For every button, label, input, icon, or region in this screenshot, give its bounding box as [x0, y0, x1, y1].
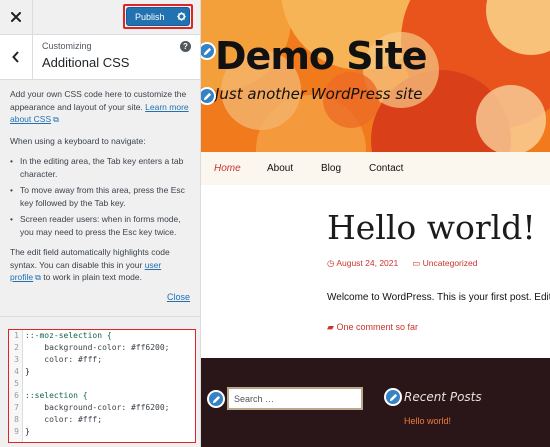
- menu-item-blog[interactable]: Blog: [321, 163, 341, 174]
- menu-item-home[interactable]: Home: [214, 163, 241, 174]
- chevron-left-icon: [12, 51, 19, 63]
- help-icon[interactable]: ?: [180, 41, 191, 52]
- list-item: In the editing area, the Tab key enters …: [10, 155, 194, 180]
- code-line[interactable]: }: [25, 366, 195, 378]
- line-number: 9: [14, 427, 19, 436]
- close-customizer-button[interactable]: [0, 0, 33, 34]
- code-line[interactable]: color: #fff;: [25, 354, 195, 366]
- post-excerpt: Welcome to WordPress. This is your first…: [327, 292, 550, 303]
- comments-text: One comment so far: [336, 322, 418, 332]
- code-line[interactable]: background-color: #ff6200;: [25, 402, 195, 414]
- code-line[interactable]: [25, 378, 195, 390]
- line-number: 3: [14, 355, 19, 364]
- list-item: To move away from this area, press the E…: [10, 184, 194, 209]
- code-line[interactable]: }: [25, 426, 195, 438]
- back-button[interactable]: [0, 35, 33, 79]
- post-date-text: August 24, 2021: [336, 258, 399, 268]
- site-title[interactable]: Demo Site: [215, 34, 428, 78]
- css-code-editor[interactable]: 1 2 3 4 5 6 7 8 9 ::-moz-selection { bac…: [8, 329, 196, 443]
- external-link-icon: ⧉: [53, 115, 59, 124]
- code-line[interactable]: ::selection {: [25, 390, 195, 402]
- recent-posts-title: Recent Posts: [404, 390, 482, 404]
- list-item: Screen reader users: when in forms mode,…: [10, 213, 194, 238]
- line-number: 6: [14, 391, 19, 400]
- external-link-icon: ⧉: [35, 273, 41, 282]
- post-title[interactable]: Hello world!: [327, 208, 536, 247]
- line-number: 7: [14, 403, 19, 412]
- site-tagline: Just another WordPress site: [215, 85, 423, 103]
- folder-icon: ▭: [412, 258, 421, 268]
- post-date[interactable]: ◷ August 24, 2021: [327, 258, 398, 269]
- post-category-text: Uncategorized: [422, 258, 478, 268]
- code-line[interactable]: background-color: #ff6200;: [25, 342, 195, 354]
- line-number: 5: [14, 379, 19, 388]
- search-input[interactable]: Search …: [227, 387, 363, 410]
- customizer-sidebar: Publish Customizing Additional CSS ? Add…: [0, 0, 201, 447]
- code-line[interactable]: color: #fff;: [25, 414, 195, 426]
- syntax-highlight-note: The edit field automatically highlights …: [10, 246, 194, 285]
- line-number: 1: [14, 331, 19, 340]
- menu-item-about[interactable]: About: [267, 163, 293, 174]
- post-meta: ◷ August 24, 2021 ▭ Uncategorized: [327, 258, 477, 269]
- code-line[interactable]: ::-moz-selection {: [25, 330, 195, 342]
- site-header: Demo Site Just another WordPress site: [201, 0, 550, 152]
- edit-search-widget-pencil-icon[interactable]: [207, 390, 225, 408]
- comment-icon: ▰: [327, 322, 334, 332]
- divider: [0, 316, 200, 317]
- gear-icon[interactable]: [173, 12, 189, 21]
- line-number: 8: [14, 415, 19, 424]
- clock-icon: ◷: [327, 258, 335, 268]
- section-description: Add your own CSS code here to customize …: [10, 88, 194, 293]
- customizer-header-bar: Publish: [0, 0, 200, 35]
- keyboard-intro: When using a keyboard to navigate:: [10, 135, 146, 146]
- menu-item-contact[interactable]: Contact: [369, 163, 403, 174]
- post-category[interactable]: ▭ Uncategorized: [412, 258, 477, 269]
- comments-link[interactable]: ▰ One comment so far: [327, 322, 418, 333]
- publish-button-label: Publish: [135, 11, 165, 22]
- description-intro: Add your own CSS code here to customize …: [10, 88, 194, 127]
- section-header: Customizing Additional CSS ?: [0, 35, 200, 80]
- site-footer: Search … Recent Posts Hello world!: [201, 358, 550, 447]
- keyboard-tips-list: In the editing area, the Tab key enters …: [10, 155, 194, 238]
- line-number-gutter: 1 2 3 4 5 6 7 8 9: [9, 330, 23, 442]
- customizing-label: Customizing: [42, 41, 92, 51]
- code-lines[interactable]: ::-moz-selection { background-color: #ff…: [25, 330, 195, 438]
- plain-text-note: to work in plain text mode.: [43, 272, 142, 282]
- publish-button[interactable]: Publish: [126, 7, 190, 26]
- close-icon: [11, 12, 21, 22]
- section-title: Additional CSS: [42, 55, 130, 70]
- recent-post-link[interactable]: Hello world!: [404, 416, 451, 426]
- line-number: 2: [14, 343, 19, 352]
- primary-menu: Home About Blog Contact: [201, 152, 550, 185]
- line-number: 4: [14, 367, 19, 376]
- edit-recent-posts-pencil-icon[interactable]: [384, 388, 402, 406]
- site-preview: Demo Site Just another WordPress site Ho…: [201, 0, 550, 447]
- close-description-link[interactable]: Close: [167, 292, 190, 302]
